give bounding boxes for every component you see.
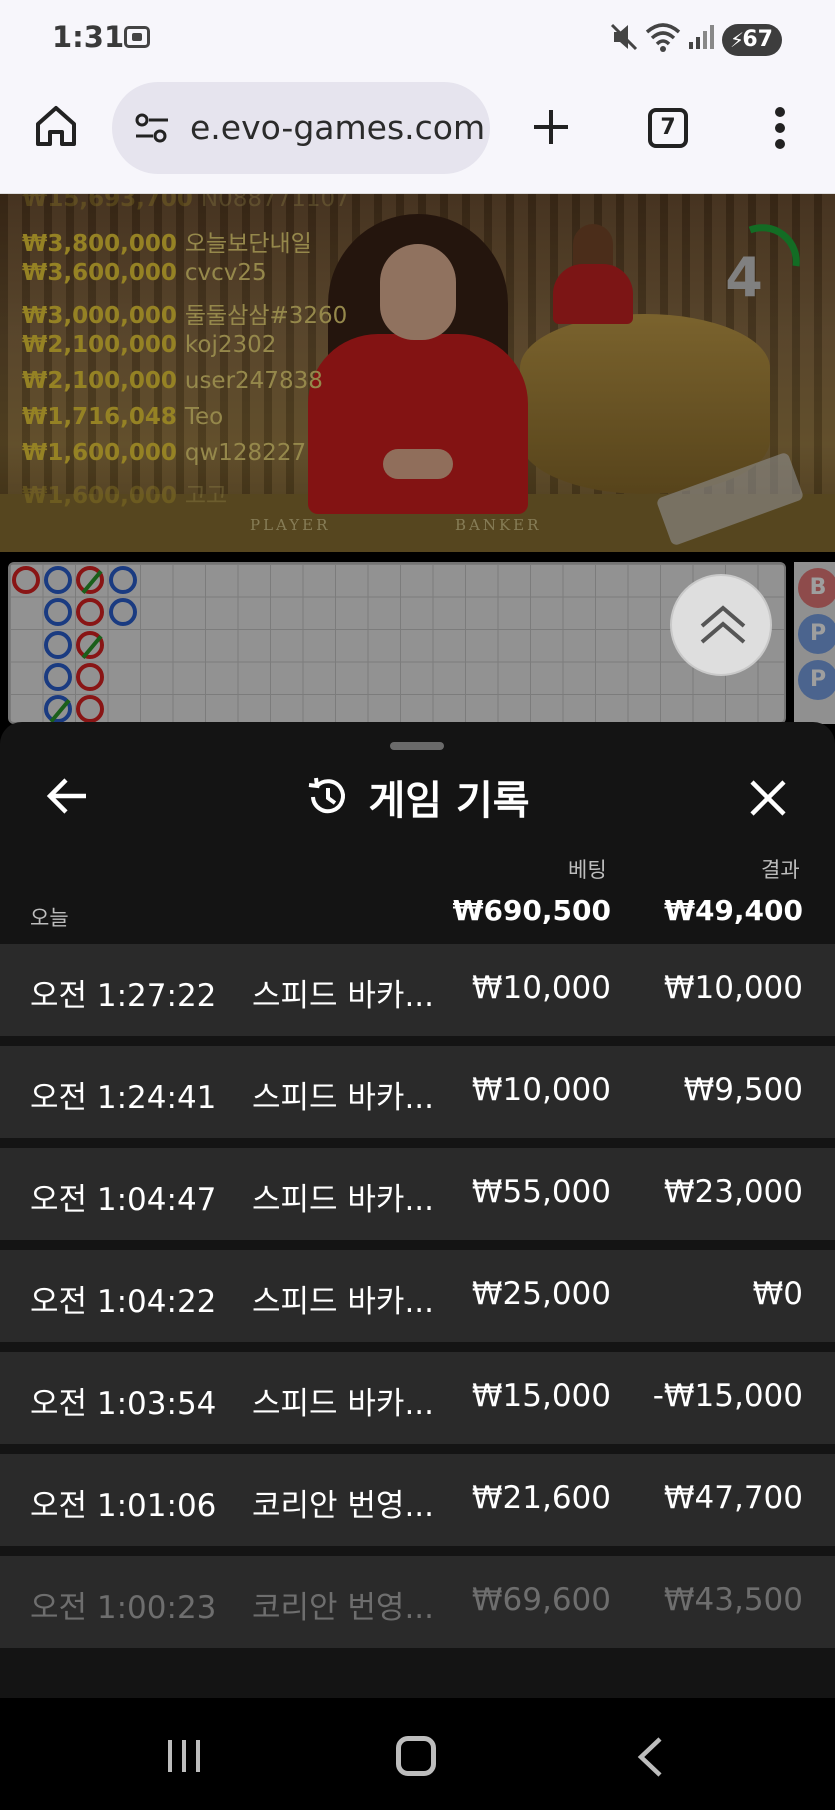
site-settings-icon[interactable]	[132, 112, 172, 144]
history-row[interactable]: 오전 1:00:23 코리안 번영... ₩69,600 ₩43,500	[0, 1556, 835, 1648]
row-time: 오전 1:00:23	[30, 1590, 217, 1626]
row-time: 오전 1:24:41	[30, 1080, 217, 1116]
result-column-header: 결과	[761, 858, 800, 882]
browser-toolbar: e.evo-games.com 7	[0, 70, 835, 194]
history-row[interactable]: 오전 1:24:41 스피드 바카... ₩10,000 ₩9,500	[0, 1046, 835, 1138]
charging-icon: ⚡	[730, 28, 745, 52]
close-icon[interactable]	[748, 778, 788, 818]
row-bet: ₩55,000	[471, 1174, 611, 1210]
row-game: 스피드 바카...	[252, 1284, 435, 1320]
row-result: ₩43,500	[663, 1582, 803, 1618]
row-bet: ₩15,000	[471, 1378, 611, 1414]
row-result: ₩10,000	[663, 970, 803, 1006]
row-bet: ₩21,600	[471, 1480, 611, 1516]
battery-level: 67	[742, 27, 773, 52]
sheet-header: 게임 기록	[0, 768, 835, 826]
url-text: e.evo-games.com	[190, 108, 486, 147]
history-row[interactable]: 오전 1:01:06 코리안 번영... ₩21,600 ₩47,700	[0, 1454, 835, 1546]
row-game: 스피드 바카...	[252, 978, 435, 1014]
history-row[interactable]: 오전 1:27:22 스피드 바카... ₩10,000 ₩10,000	[0, 944, 835, 1036]
screen: 1:31 ⚡ 67 e.evo-games.com 7 PLAYER BANKE…	[0, 0, 835, 1810]
row-game: 코리안 번영...	[252, 1590, 435, 1626]
recent-apps-icon[interactable]	[164, 1738, 204, 1774]
sheet-title: 게임 기록	[368, 778, 530, 824]
history-row[interactable]: 오전 1:04:47 스피드 바카... ₩55,000 ₩23,000	[0, 1148, 835, 1240]
row-result: ₩47,700	[663, 1480, 803, 1516]
total-result: ₩49,400	[664, 894, 803, 927]
today-label: 오늘	[30, 906, 69, 930]
history-row[interactable]: 오전 1:04:22 스피드 바카... ₩25,000 ₩0	[0, 1250, 835, 1342]
row-time: 오전 1:03:54	[30, 1386, 217, 1422]
total-bet: ₩690,500	[452, 894, 611, 927]
row-time: 오전 1:27:22	[30, 978, 217, 1014]
battery-indicator: ⚡ 67	[722, 24, 782, 56]
address-bar[interactable]: e.evo-games.com	[112, 82, 490, 174]
sheet-drag-handle[interactable]	[390, 742, 444, 750]
screenshot-icon	[124, 26, 150, 48]
row-bet: ₩25,000	[471, 1276, 611, 1312]
status-bar: 1:31 ⚡ 67	[0, 0, 835, 70]
system-nav-bar	[0, 1698, 835, 1810]
history-list: 오전 1:27:22 스피드 바카... ₩10,000 ₩10,000 오전 …	[0, 944, 835, 1658]
row-time: 오전 1:01:06	[30, 1488, 217, 1524]
row-game: 스피드 바카...	[252, 1182, 435, 1218]
row-result: -₩15,000	[652, 1378, 803, 1414]
home-button[interactable]	[396, 1736, 436, 1776]
row-game: 스피드 바카...	[252, 1386, 435, 1422]
history-row[interactable]: 오전 1:03:54 스피드 바카... ₩15,000 -₩15,000	[0, 1352, 835, 1444]
row-result: ₩0	[752, 1276, 803, 1312]
row-game: 스피드 바카...	[252, 1080, 435, 1116]
double-chevron-up-icon	[700, 605, 746, 644]
new-tab-icon[interactable]	[530, 106, 572, 148]
row-game: 코리안 번영...	[252, 1488, 435, 1524]
mute-icon	[610, 23, 638, 51]
wifi-icon	[645, 23, 681, 52]
bet-column-header: 베팅	[568, 858, 607, 882]
row-bet: ₩10,000	[471, 970, 611, 1006]
row-result: ₩23,000	[663, 1174, 803, 1210]
status-time: 1:31	[52, 20, 125, 54]
back-icon[interactable]	[636, 1736, 664, 1778]
home-icon[interactable]	[34, 104, 78, 148]
history-icon	[309, 777, 346, 814]
row-time: 오전 1:04:22	[30, 1284, 217, 1320]
row-bet: ₩10,000	[471, 1072, 611, 1108]
row-time: 오전 1:04:47	[30, 1182, 217, 1218]
signal-icon	[689, 25, 714, 49]
row-result: ₩9,500	[683, 1072, 803, 1108]
row-bet: ₩69,600	[471, 1582, 611, 1618]
game-history-sheet: 게임 기록 베팅 결과 오늘 ₩690,500 ₩49,400 오전 1:27:…	[0, 722, 835, 1698]
more-menu-icon[interactable]	[773, 106, 787, 150]
expand-button[interactable]	[670, 574, 772, 676]
tab-switcher-button[interactable]: 7	[648, 108, 688, 148]
